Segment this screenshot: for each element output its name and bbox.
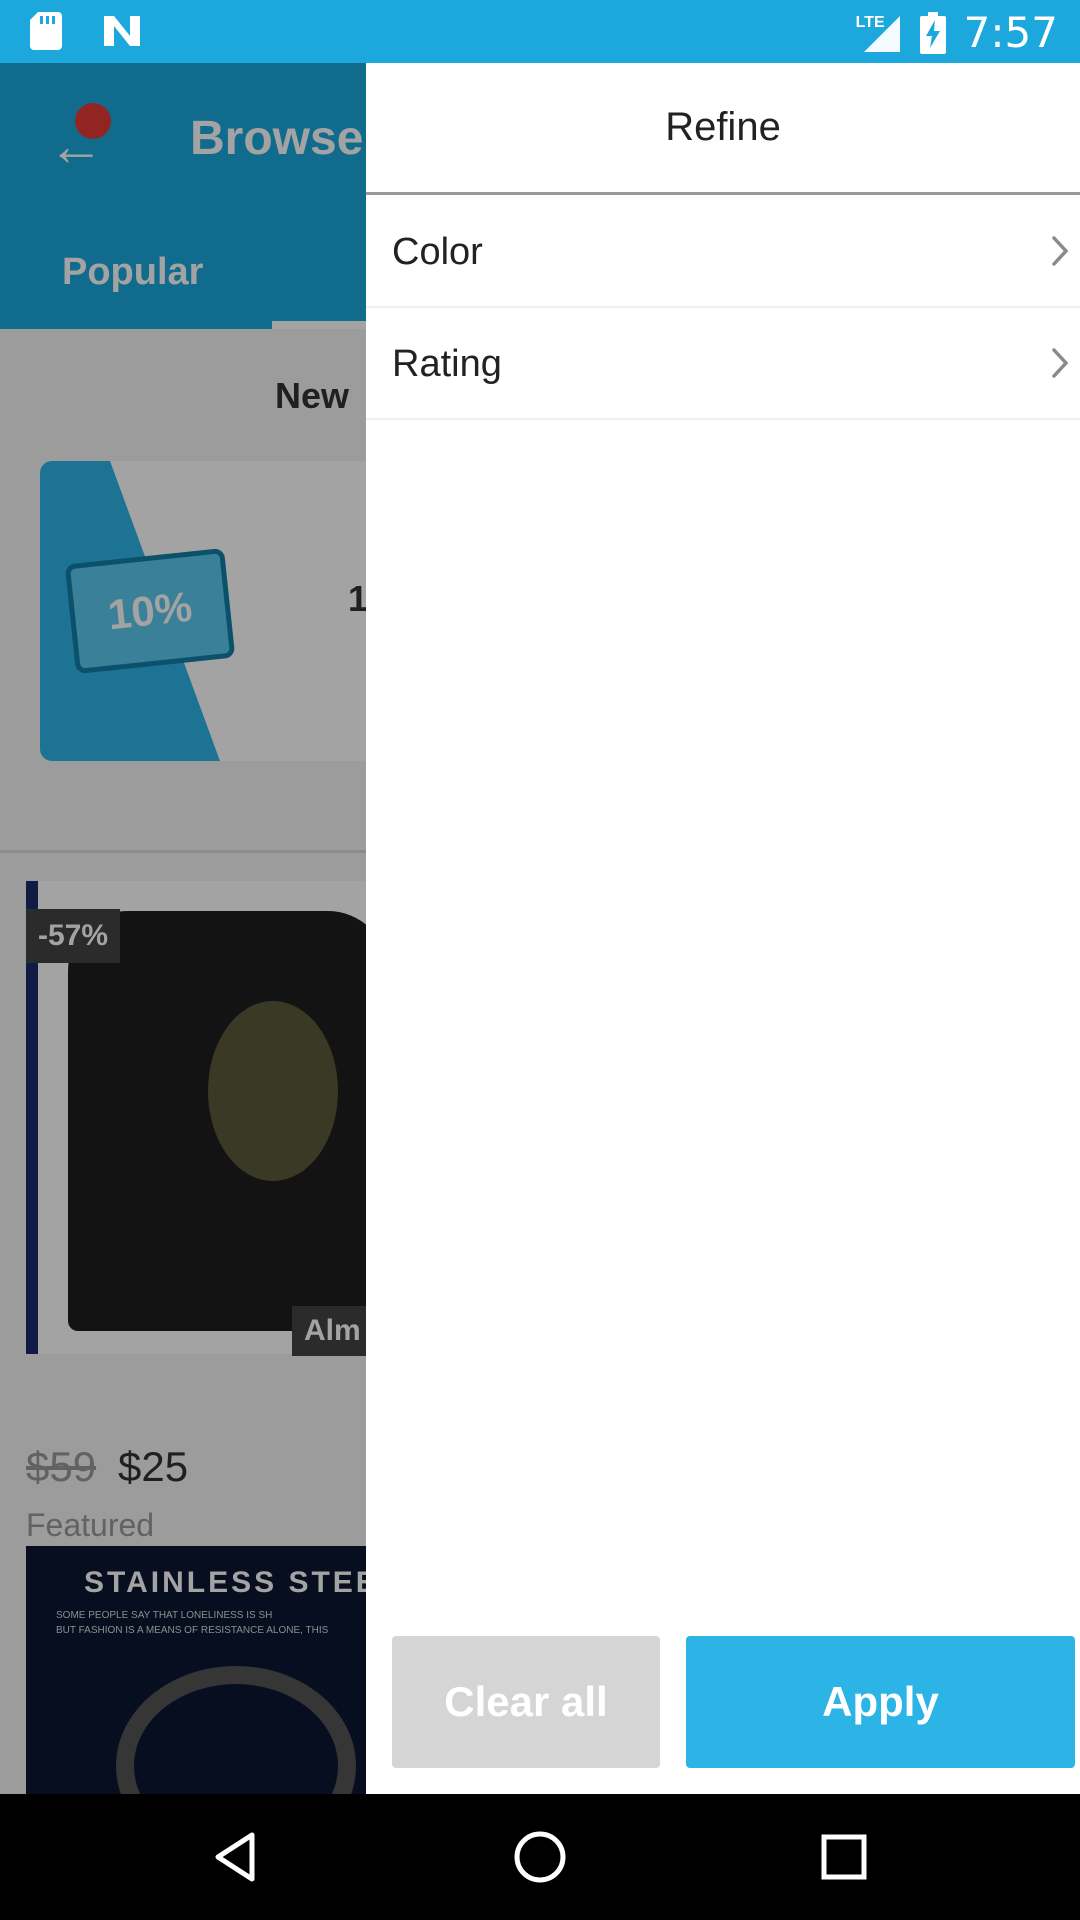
chevron-right-icon [1052,348,1069,378]
drawer-header: Refine [366,63,1080,195]
recents-square-icon[interactable] [814,1827,874,1887]
navigation-bar [0,1794,1080,1920]
status-bar: LTE 7:57 [0,0,1080,63]
n-logo-icon [104,16,140,46]
apply-button[interactable]: Apply [686,1636,1075,1768]
signal-icon: LTE [856,12,902,54]
sd-card-icon [30,12,62,50]
battery-charging-icon [919,11,946,54]
filter-row-color[interactable]: Color [366,198,1080,308]
home-circle-icon[interactable] [510,1827,570,1887]
drawer-title: Refine [665,105,781,149]
clear-all-button[interactable]: Clear all [392,1636,660,1768]
filter-row-rating[interactable]: Rating [366,310,1080,420]
filter-label: Color [392,230,483,273]
chevron-right-icon [1052,236,1069,266]
refine-drawer: Refine Color Rating Clear all Apply [366,63,1080,1794]
back-triangle-icon[interactable] [206,1827,266,1887]
filter-label: Rating [392,342,502,385]
clock: 7:57 [963,8,1058,57]
